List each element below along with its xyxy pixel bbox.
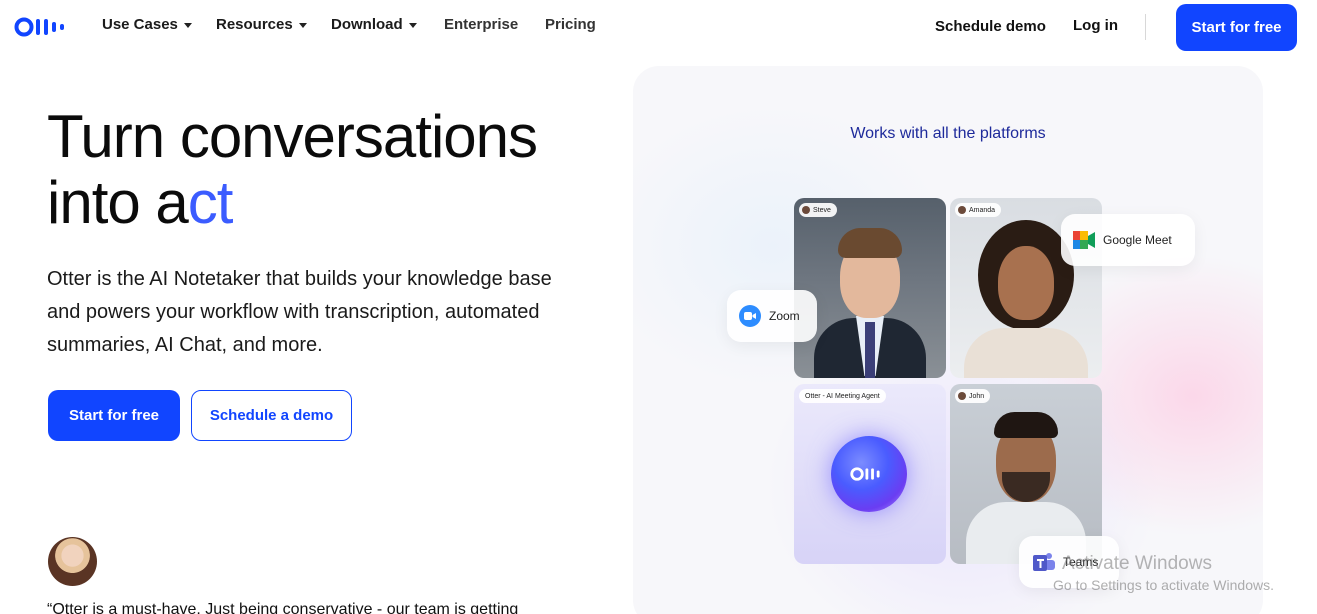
nav-download[interactable]: Download <box>331 16 417 33</box>
nav-download-label: Download <box>331 16 403 33</box>
google-meet-label: Google Meet <box>1103 233 1172 247</box>
windows-watermark-subtitle: Go to Settings to activate Windows. <box>1053 577 1274 593</box>
testimonial-avatar <box>48 537 97 586</box>
hero-start-for-free-button[interactable]: Start for free <box>48 390 180 441</box>
microsoft-teams-icon <box>1031 551 1055 573</box>
nav-use-cases-label: Use Cases <box>102 16 178 33</box>
hero-description: Otter is the AI Notetaker that builds yo… <box>47 268 552 356</box>
tile-label: Amanda <box>955 203 1002 217</box>
otter-orb-icon <box>831 436 907 512</box>
hero-title-line1: Turn conversations <box>47 103 538 170</box>
google-meet-badge: Google Meet <box>1061 214 1195 266</box>
google-meet-icon <box>1073 231 1095 249</box>
hero-title-highlight: ct <box>187 169 234 236</box>
hero-title-line2-prefix: into a <box>47 169 189 236</box>
testimonial-quote: “Otter is a must-have. Just being conser… <box>47 601 519 614</box>
tile-label-text: Steve <box>813 206 831 214</box>
nav-divider <box>1145 14 1146 40</box>
avatar-icon <box>958 206 966 214</box>
platforms-showcase: Works with all the platforms Steve Amand… <box>633 66 1263 614</box>
schedule-demo-link[interactable]: Schedule demo <box>935 18 1046 35</box>
zoom-label: Zoom <box>769 309 800 323</box>
windows-watermark-title: Activate Windows <box>1062 553 1212 574</box>
participant-photo <box>794 198 946 378</box>
video-tile-steve: Steve <box>794 198 946 378</box>
nav-pricing-label: Pricing <box>545 16 596 33</box>
nav-resources-label: Resources <box>216 16 293 33</box>
tile-label-text: Otter - AI Meeting Agent <box>805 392 880 400</box>
zoom-badge: Zoom <box>727 290 817 342</box>
nav-resources[interactable]: Resources <box>216 16 307 33</box>
nav-enterprise[interactable]: Enterprise <box>444 16 518 33</box>
nav-enterprise-label: Enterprise <box>444 16 519 33</box>
start-for-free-button[interactable]: Start for free <box>1176 4 1297 51</box>
tile-label-text: John <box>969 392 985 400</box>
login-link[interactable]: Log in <box>1073 17 1118 34</box>
hero-title: Turn conversations into act <box>47 103 538 236</box>
top-nav: Use Cases Resources Download Enterprise … <box>0 0 1317 54</box>
chevron-down-icon <box>298 23 307 28</box>
nav-pricing[interactable]: Pricing <box>545 16 596 33</box>
avatar-icon <box>958 392 966 400</box>
chevron-down-icon <box>408 23 417 28</box>
video-tile-otter-agent: Otter - AI Meeting Agent <box>794 384 946 564</box>
zoom-icon <box>739 305 761 327</box>
tile-label: John <box>955 389 991 403</box>
otter-logo[interactable] <box>14 16 68 38</box>
hero-schedule-demo-button[interactable]: Schedule a demo <box>191 390 352 441</box>
tile-label-text: Amanda <box>969 206 996 214</box>
nav-use-cases[interactable]: Use Cases <box>102 16 192 33</box>
avatar-icon <box>802 206 810 214</box>
tile-label: Otter - AI Meeting Agent <box>799 389 886 403</box>
chevron-down-icon <box>183 23 192 28</box>
showcase-title: Works with all the platforms <box>850 125 1046 142</box>
tile-label: Steve <box>799 203 837 217</box>
